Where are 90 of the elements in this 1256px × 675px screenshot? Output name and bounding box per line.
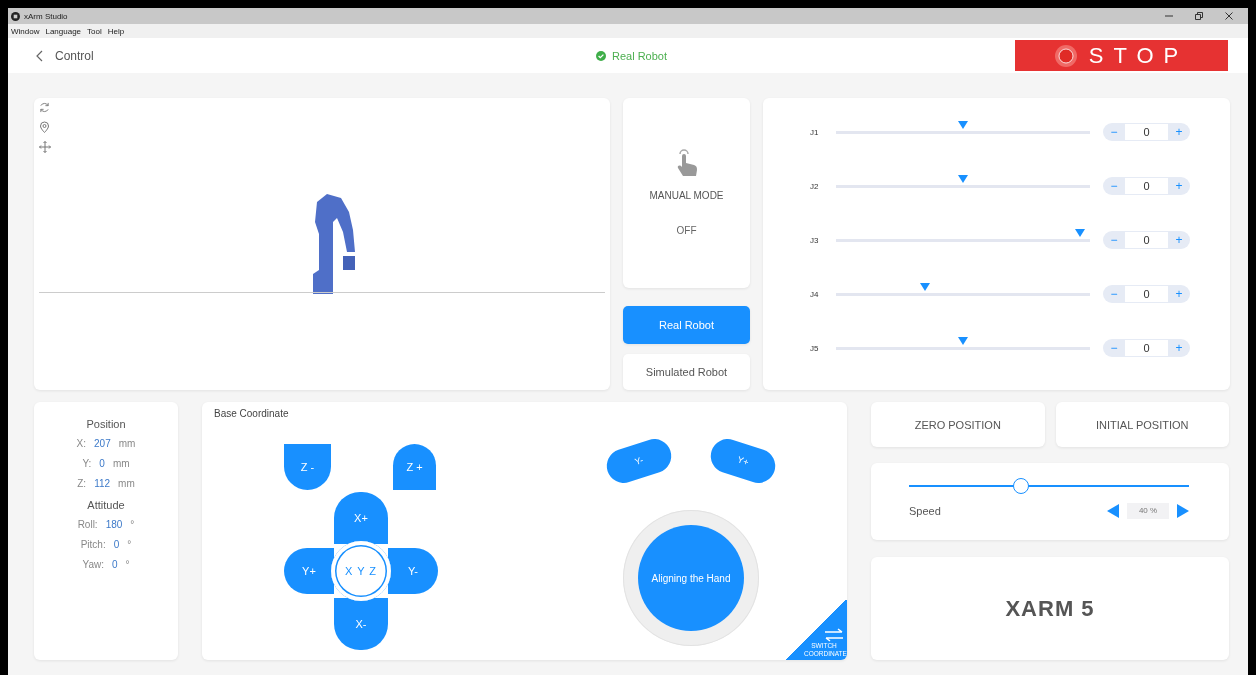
axis-value: 0 [111, 558, 118, 570]
joint-value[interactable]: 0 [1125, 340, 1168, 356]
decrement-button[interactable]: − [1103, 123, 1125, 141]
app-logo-icon [11, 11, 20, 21]
robot-mode-button[interactable]: Simulated Robot [623, 354, 750, 390]
axis-value: 0 [99, 457, 105, 469]
unit-label: ° [130, 518, 135, 530]
increment-button[interactable]: + [1168, 177, 1190, 195]
power-circle-icon [1054, 44, 1077, 67]
joint-stepper[interactable]: − 0 + [1103, 177, 1190, 195]
position-button[interactable]: INITIAL POSITION [1055, 402, 1229, 447]
axis-label: Roll: [77, 518, 98, 530]
axis-label: Yaw: [82, 558, 104, 570]
align-hand-button[interactable]: Aligning the Hand [638, 525, 744, 631]
manual-mode-label: MANUAL MODE [649, 190, 724, 201]
increment-button[interactable]: + [1168, 123, 1190, 141]
move-icon[interactable] [39, 141, 51, 153]
joint-slider-thumb[interactable] [958, 174, 968, 183]
increase-arrow-icon[interactable] [1177, 504, 1189, 518]
joint-value[interactable]: 0 [1125, 286, 1168, 302]
menu-item[interactable]: Language [45, 26, 82, 36]
axis-value: 207 [94, 437, 111, 449]
axis-value: 180 [105, 518, 123, 530]
swap-arrows-icon [824, 628, 844, 642]
axis-label: Pitch: [80, 538, 106, 550]
close-icon[interactable] [1224, 11, 1234, 21]
menu-item[interactable]: Help [107, 26, 125, 36]
increment-button[interactable]: + [1168, 339, 1190, 357]
axis-value: 0 [113, 538, 120, 550]
manual-mode-panel[interactable]: MANUAL MODE OFF [623, 98, 750, 288]
page-title: Control [55, 48, 94, 63]
restore-icon[interactable] [1194, 11, 1204, 21]
speed-label: Speed [909, 505, 941, 517]
window-title: xArm Studio [24, 11, 68, 21]
joint-value[interactable]: 0 [1125, 232, 1168, 248]
increment-button[interactable]: + [1168, 285, 1190, 303]
unit-label: mm [112, 457, 130, 469]
joint-value[interactable]: 0 [1125, 178, 1168, 194]
xyz-center-button[interactable]: X Y Z [331, 541, 391, 601]
jog-button[interactable]: Y+ [284, 548, 334, 594]
joint-label: J3 [810, 235, 820, 245]
unit-label: mm [118, 437, 136, 449]
joint-slider-thumb[interactable] [1074, 228, 1085, 237]
decrement-button[interactable]: − [1103, 339, 1125, 357]
joint-stepper[interactable]: − 0 + [1103, 123, 1190, 141]
jog-button[interactable]: X+ [334, 492, 388, 544]
back-icon[interactable] [36, 49, 44, 62]
location-pin-icon[interactable] [39, 121, 50, 133]
speed-slider-thumb[interactable] [1013, 478, 1029, 494]
section-title: Attitude [87, 499, 125, 511]
decrement-button[interactable]: − [1103, 177, 1125, 195]
connection-status: Real Robot [612, 49, 668, 62]
jog-button[interactable]: Z - [284, 444, 331, 490]
joint-slider-thumb[interactable] [919, 282, 930, 291]
unit-label: mm [118, 477, 135, 489]
joint-value[interactable]: 0 [1125, 124, 1168, 140]
joint-slider-thumb[interactable] [958, 336, 968, 345]
model-logo: XARM 5 [1005, 595, 1095, 622]
jog-button[interactable]: Y- [388, 548, 438, 594]
jog-button[interactable]: Z + [393, 444, 436, 490]
axis-label: Y: [82, 457, 92, 469]
check-circle-icon [596, 50, 606, 61]
panel-title: Base Coordinate [214, 408, 289, 419]
joint-stepper[interactable]: − 0 + [1103, 231, 1190, 249]
menu-item[interactable]: Tool [87, 26, 102, 36]
decrement-button[interactable]: − [1103, 231, 1125, 249]
increment-button[interactable]: + [1168, 231, 1190, 249]
jog-button[interactable]: X- [334, 598, 388, 650]
axis-label: Z: [77, 477, 87, 489]
axis-label: X: [76, 437, 87, 449]
joint-label: J5 [810, 343, 820, 353]
joint-label: J4 [810, 289, 820, 299]
unit-label: ° [127, 538, 132, 550]
robot-mode-button[interactable]: Real Robot [623, 306, 750, 344]
position-button[interactable]: ZERO POSITION [871, 402, 1045, 447]
joint-label: J1 [810, 127, 820, 137]
decrement-button[interactable]: − [1103, 285, 1125, 303]
axis-value: 112 [94, 477, 111, 489]
joint-stepper[interactable]: − 0 + [1103, 285, 1190, 303]
joint-label: J2 [810, 181, 820, 191]
joint-stepper[interactable]: − 0 + [1103, 339, 1190, 357]
unit-label: ° [125, 558, 130, 570]
stop-button[interactable]: STOP [1015, 40, 1228, 71]
manual-mode-state: OFF [676, 225, 697, 236]
decrease-arrow-icon[interactable] [1107, 504, 1119, 518]
section-title: Position [86, 418, 126, 430]
speed-value-field[interactable]: 40 % [1127, 503, 1169, 519]
menu-item[interactable]: Window [11, 26, 40, 36]
joint-slider-thumb[interactable] [958, 120, 968, 129]
rotate-icon[interactable] [39, 102, 50, 113]
